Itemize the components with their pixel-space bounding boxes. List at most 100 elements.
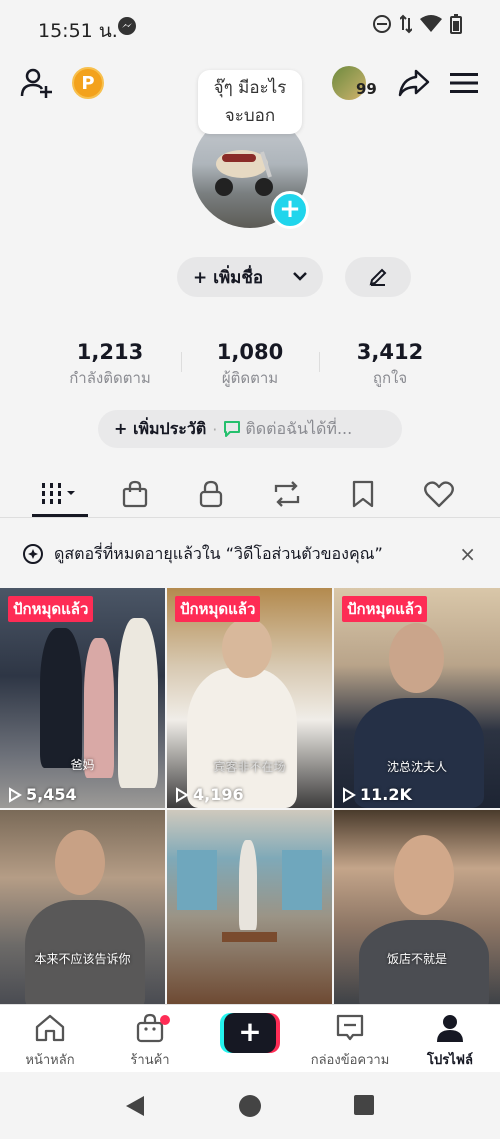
notification-dot <box>160 1015 170 1025</box>
figure-shape <box>239 840 257 930</box>
nav-profile[interactable]: โปรไฟล์ <box>400 1013 500 1070</box>
bookmark-icon <box>352 480 374 508</box>
play-icon <box>343 786 356 803</box>
nav-inbox-label: กล่องข้อความ <box>310 1053 390 1068</box>
video-thumbnail[interactable]: 饭店不就是 <box>334 810 500 1004</box>
add-friend-icon[interactable] <box>20 66 54 100</box>
window-shape <box>282 850 322 910</box>
stat-following-value: 1,213 <box>76 340 144 364</box>
figure-shape <box>40 628 82 768</box>
profile-actions: + เพิ่มชื่อ <box>0 257 500 297</box>
story-plus-icon <box>23 544 43 564</box>
pinned-badge: ปักหมุดแล้ว <box>342 596 428 622</box>
wifi-icon <box>420 15 442 32</box>
recents-icon[interactable] <box>353 1094 375 1116</box>
top-left-actions: P <box>20 66 104 100</box>
nav-home-label: หน้าหลัก <box>25 1053 75 1068</box>
friend-count-badge: 99 <box>356 80 377 98</box>
add-bio-button[interactable]: + เพิ่มประวัติ <box>114 417 206 442</box>
video-caption: 沈总沈夫人 <box>386 760 447 774</box>
stat-following-label: กำลังติดตาม <box>69 369 151 387</box>
tab-videos[interactable] <box>35 474 85 514</box>
stat-likes-value: 3,412 <box>356 340 424 364</box>
play-count: 4,196 <box>175 785 244 804</box>
video-caption: 本来不应该告诉你 <box>34 952 131 966</box>
status-bar: 15:51 น. <box>0 0 500 56</box>
banner-close-button[interactable]: × <box>459 542 476 566</box>
video-thumbnail[interactable]: ปักหมุดแล้ว 沈总沈夫人 11.2K <box>334 588 500 808</box>
banner-text: ดูสตอรี่ที่หมดอายุแล้วใน “วิดีโอส่วนตัวข… <box>54 543 383 563</box>
status-time: 15:51 น. <box>38 20 118 42</box>
nav-shop[interactable]: ร้านค้า <box>100 1013 200 1070</box>
repost-icon <box>274 481 300 507</box>
back-icon[interactable] <box>124 1094 146 1118</box>
window-shape <box>177 850 217 910</box>
share-icon[interactable] <box>398 68 430 98</box>
stat-followers[interactable]: 1,080 ผู้ติดตาม <box>175 340 325 390</box>
profile-stats: 1,213 กำลังติดตาม 1,080 ผู้ติดตาม 3,412 … <box>0 340 500 392</box>
home-icon <box>35 1014 65 1042</box>
table-shape <box>222 932 277 942</box>
top-right-actions: 99 <box>332 66 478 100</box>
video-thumbnail[interactable]: 本来不应该告诉你 <box>0 810 165 1004</box>
plus-icon: + <box>224 1013 276 1053</box>
note-bubble[interactable]: จุ๊ๆ มีอะไร จะบอก <box>198 70 302 134</box>
nav-home[interactable]: หน้าหลัก <box>0 1013 100 1070</box>
pencil-icon <box>369 268 387 286</box>
video-thumbnail[interactable] <box>167 810 332 1004</box>
active-tab-indicator <box>32 514 88 517</box>
chat-bubble-icon <box>224 421 241 437</box>
lock-icon <box>199 480 223 508</box>
video-thumbnail[interactable]: ปักหมุดแล้ว 爸妈 5,454 <box>0 588 165 808</box>
home-circle-icon[interactable] <box>238 1094 262 1118</box>
note-bubble-line2: จะบอก <box>224 106 276 126</box>
friend-avatar[interactable]: 99 <box>332 66 378 100</box>
dnd-icon <box>373 15 391 33</box>
play-count-value: 5,454 <box>26 785 77 804</box>
data-arrows-icon <box>400 14 412 34</box>
bottom-nav: หน้าหลัก ร้านค้า + กล่องข้อความ โปรไฟล์ <box>0 1004 500 1072</box>
play-count: 5,454 <box>8 785 77 804</box>
add-story-button[interactable]: + <box>271 191 309 229</box>
bio-separator: · <box>212 419 218 439</box>
create-button[interactable]: + <box>220 1013 280 1053</box>
tab-favorites[interactable] <box>338 474 388 514</box>
play-count-value: 11.2K <box>360 785 412 804</box>
video-caption: 爸妈 <box>70 758 95 772</box>
system-nav-bar <box>0 1072 500 1139</box>
video-thumbnail[interactable]: ปักหมุดแล้ว 宾客非不在场 4,196 <box>167 588 332 808</box>
bio-row: + เพิ่มประวัติ · ติดต่อฉันได้ที่... <box>98 410 402 448</box>
stat-following[interactable]: 1,213 กำลังติดตาม <box>35 340 185 390</box>
story-banner[interactable]: ดูสตอรี่ที่หมดอายุแล้วใน “วิดีโอส่วนตัวข… <box>0 534 500 574</box>
edit-profile-button[interactable] <box>345 257 411 297</box>
add-name-label: + เพิ่มชื่อ <box>193 267 264 288</box>
stat-likes[interactable]: 3,412 ถูกใจ <box>315 340 465 390</box>
tab-shop[interactable] <box>110 474 160 514</box>
nav-inbox[interactable]: กล่องข้อความ <box>300 1013 400 1070</box>
play-icon <box>176 786 189 803</box>
coins-icon[interactable]: P <box>72 67 104 99</box>
tab-liked[interactable] <box>414 474 464 514</box>
menu-icon[interactable] <box>450 71 478 95</box>
chevron-down-icon <box>293 272 307 281</box>
shopping-bag-icon <box>122 480 148 508</box>
grid-icon <box>42 483 75 504</box>
battery-icon <box>450 14 462 34</box>
play-count-value: 4,196 <box>193 785 244 804</box>
note-bubble-line1: จุ๊ๆ มีอะไร <box>213 78 287 98</box>
video-grid: ปักหมุดแล้ว 爸妈 5,454 ปักหมุดแล้ว 宾客非不在场 … <box>0 588 500 1004</box>
play-icon <box>9 786 22 803</box>
face-shape <box>222 618 272 678</box>
tab-private[interactable] <box>186 474 236 514</box>
stat-likes-label: ถูกใจ <box>372 369 408 387</box>
tab-reposts[interactable] <box>262 474 312 514</box>
pinned-badge: ปักหมุดแล้ว <box>8 596 94 622</box>
nav-profile-label: โปรไฟล์ <box>427 1053 473 1068</box>
contact-button[interactable]: ติดต่อฉันได้ที่... <box>245 417 352 442</box>
face-shape <box>389 623 444 693</box>
add-name-button[interactable]: + เพิ่มชื่อ <box>177 257 323 297</box>
video-caption: 饭店不就是 <box>386 952 447 966</box>
play-count: 11.2K <box>342 785 412 804</box>
stat-followers-label: ผู้ติดตาม <box>221 369 279 387</box>
content-tabs <box>0 470 500 518</box>
